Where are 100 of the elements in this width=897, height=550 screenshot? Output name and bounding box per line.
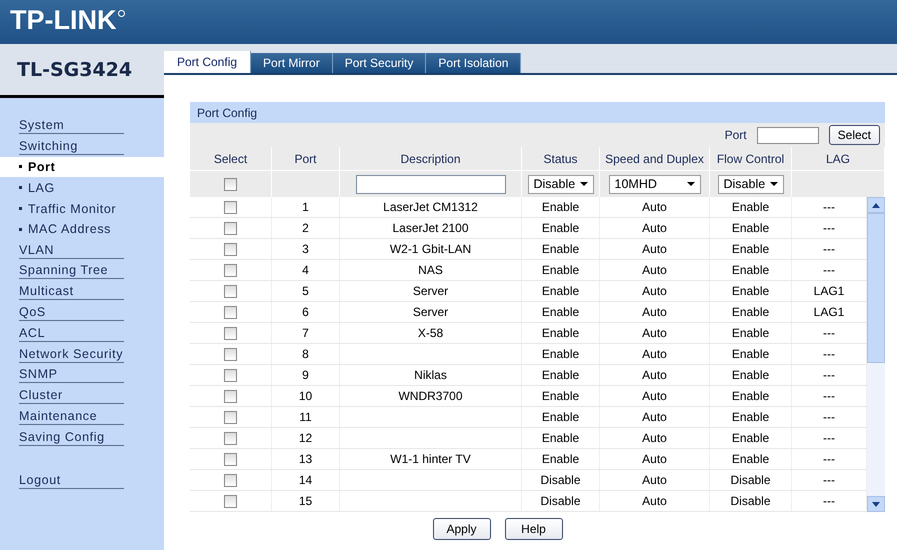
bullet-icon	[19, 228, 22, 231]
table-cell: 12	[298, 431, 312, 445]
sidebar-item[interactable]: ACL	[0, 322, 164, 344]
checkbox[interactable]	[224, 474, 237, 486]
table-cell: Enable	[542, 452, 580, 466]
action-button[interactable]: Help	[504, 518, 562, 540]
sidebar-item[interactable]: VLAN	[0, 240, 164, 261]
table-cell: Enable	[732, 242, 770, 256]
sidebar-item[interactable]: LAG	[0, 177, 164, 198]
sidebar-item[interactable]: Multicast	[0, 281, 164, 302]
checkbox[interactable]	[224, 348, 237, 360]
port-field[interactable]	[756, 126, 819, 144]
sidebar-item-label: MAC Address	[28, 222, 112, 236]
table-cell: Auto	[642, 368, 667, 382]
sidebar-item[interactable]: SNMP	[0, 364, 164, 386]
table-cell: 6	[302, 305, 309, 319]
table-cell: Enable	[542, 221, 580, 235]
table-cell: Auto	[642, 431, 667, 445]
flow-control-dropdown[interactable]: Disable	[718, 174, 784, 194]
checkbox[interactable]	[224, 242, 237, 256]
checkbox[interactable]	[224, 200, 237, 214]
scroll-up-icon[interactable]	[867, 197, 885, 213]
select-button[interactable]: Select	[828, 125, 880, 145]
sidebar-item-label: Spanning Tree	[19, 262, 124, 280]
table-cell: Auto	[642, 410, 667, 424]
checkbox[interactable]	[224, 326, 237, 340]
checkbox[interactable]	[224, 494, 237, 508]
checkbox[interactable]	[224, 284, 237, 298]
sidebar-item-label: Switching	[19, 138, 124, 155]
table-cell: Server	[412, 284, 448, 298]
sidebar-item[interactable]: Saving Config	[0, 426, 164, 448]
sidebar-item[interactable]: MAC Address	[0, 218, 164, 240]
tab[interactable]: Port Isolation	[426, 53, 522, 73]
table-cell: ---	[823, 389, 835, 403]
checkbox[interactable]	[224, 222, 237, 234]
scroll-thumb[interactable]	[867, 213, 885, 363]
table-cell: ---	[823, 473, 835, 487]
action-button[interactable]: Apply	[432, 518, 490, 540]
table-cell: Enable	[732, 347, 770, 361]
scrollbar[interactable]	[867, 197, 885, 512]
table-cell: 4	[302, 263, 309, 277]
table-cell: ---	[823, 242, 835, 256]
sidebar-item-label: LAG	[28, 180, 55, 195]
table-cell: 8	[302, 347, 309, 361]
table-cell: Enable	[732, 431, 770, 445]
table-cell: Niklas	[414, 368, 447, 382]
sidebar-item-label: System	[19, 116, 124, 134]
sidebar-item[interactable]: Port	[0, 156, 164, 178]
speed-dropdown[interactable]: 10MHD	[608, 174, 700, 194]
table-cell: 11	[299, 410, 312, 424]
sidebar-item[interactable]: Network Security	[0, 344, 164, 365]
tab[interactable]: Port Mirror	[251, 53, 333, 73]
table-cell: Enable	[732, 305, 770, 319]
sidebar-item[interactable]: Spanning Tree	[0, 260, 164, 282]
panel-title: Port Config	[190, 102, 885, 123]
table-cell: Enable	[542, 284, 580, 298]
table-cell: Enable	[542, 347, 580, 361]
scroll-down-icon[interactable]	[867, 496, 885, 512]
sidebar-item-label: ACL	[19, 324, 124, 342]
tab[interactable]: Port Config	[164, 51, 252, 73]
sidebar-item[interactable]: Maintenance	[0, 406, 164, 427]
table-cell: Enable	[732, 200, 770, 214]
checkbox[interactable]	[224, 264, 237, 276]
table-cell: Enable	[542, 326, 580, 340]
table-cell: ---	[823, 410, 835, 424]
bullet-icon	[19, 207, 22, 210]
sidebar-item[interactable]: Switching	[0, 136, 164, 157]
bullet-icon	[19, 165, 22, 168]
tab[interactable]: Port Security	[332, 53, 426, 73]
checkbox[interactable]	[224, 368, 237, 382]
description-field[interactable]	[356, 174, 506, 194]
table-cell: 2	[302, 221, 309, 235]
port-label: Port	[724, 128, 747, 142]
sidebar-item[interactable]: Cluster	[0, 385, 164, 406]
table-cell: ---	[823, 494, 835, 508]
sidebar-item-label: VLAN	[19, 242, 124, 259]
table-cell: Disable	[540, 494, 581, 508]
table-cell: Auto	[642, 347, 667, 361]
table-cell: ---	[823, 263, 835, 277]
checkbox[interactable]	[224, 390, 237, 402]
table-cell: ---	[823, 221, 835, 235]
sidebar-item-label: Network Security	[19, 346, 124, 363]
table-cell: Disable	[730, 473, 771, 487]
caret-icon	[770, 182, 778, 186]
checkbox[interactable]	[224, 452, 237, 466]
status-dropdown[interactable]: Disable	[528, 174, 594, 194]
sidebar-item[interactable]: Traffic Monitor	[0, 198, 164, 219]
checkbox[interactable]	[224, 432, 237, 444]
checkbox[interactable]	[224, 410, 237, 424]
table-cell: 10	[298, 389, 312, 403]
caret-icon	[580, 182, 588, 186]
table-cell: Auto	[642, 305, 667, 319]
sidebar-item[interactable]: QoS	[0, 302, 164, 323]
checkbox[interactable]	[224, 306, 237, 318]
table-cell: Enable	[542, 263, 580, 277]
sidebar-item[interactable]: System	[0, 115, 164, 136]
table-cell: Enable	[732, 452, 770, 466]
checkbox[interactable]	[224, 178, 237, 190]
table-cell: Auto	[642, 242, 667, 256]
logout-link[interactable]: Logout	[0, 470, 164, 491]
